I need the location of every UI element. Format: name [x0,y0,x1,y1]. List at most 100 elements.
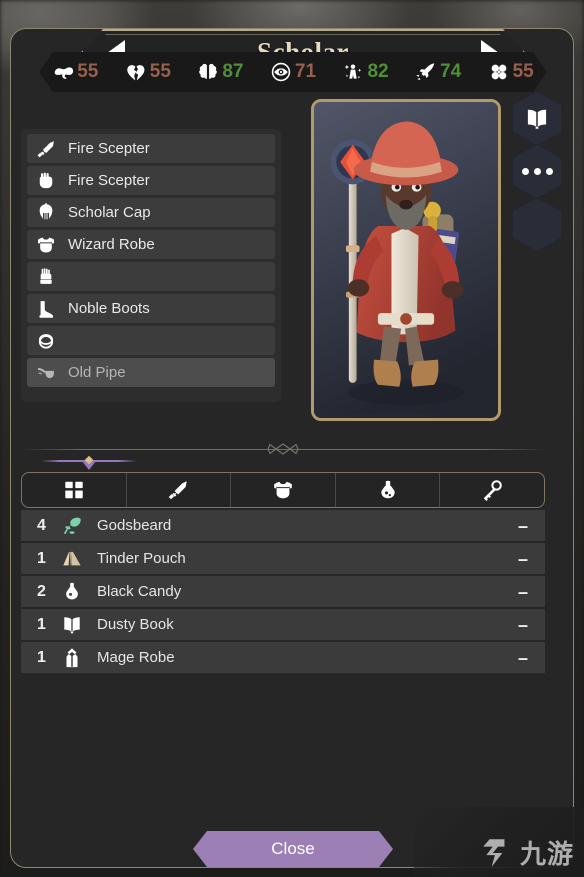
ring-icon [38,333,54,349]
inventory-tabbar [21,472,545,508]
inventory-row[interactable]: 4 Godsbeard – [21,510,545,541]
inventory-row[interactable]: 1 Mage Robe – [21,642,545,673]
strength-icon [52,61,74,83]
equipment-slot-ring[interactable] [27,326,275,355]
stat-vitality: 55 [125,61,171,83]
item-action-button[interactable]: – [515,616,531,634]
stat-vitality-value: 55 [149,61,171,82]
book-icon [527,109,547,129]
item-action-button[interactable]: – [515,649,531,667]
potion-icon [380,480,395,499]
inventory-row[interactable]: 2 Black Candy – [21,576,545,607]
stat-intellect-value: 87 [222,61,244,82]
item-name: Dusty Book [97,616,174,633]
inventory-row[interactable]: 1 Dusty Book – [21,609,545,640]
stat-perception: 71 [270,61,316,83]
equipment-slot-label: Noble Boots [68,300,150,317]
item-name: Black Candy [97,583,182,600]
equipment-slot-hands[interactable] [27,262,275,291]
selected-tab-marker [41,455,137,473]
equipment-slot-main-hand[interactable]: Fire Scepter [27,134,275,163]
stat-intellect: 87 [197,61,243,83]
speed-icon [415,61,437,83]
book-icon [64,616,80,634]
empty-slot-button[interactable] [512,197,562,252]
inventory-row[interactable]: 1 Tinder Pouch – [21,543,545,574]
item-quantity: 1 [37,549,46,567]
armor-icon [274,481,292,499]
equipment-list: Fire Scepter Fire Scepter Scholar Cap Wi… [21,129,281,402]
flask-icon [66,582,78,599]
stat-luck-value: 55 [512,61,534,82]
close-button[interactable]: Close [193,831,393,867]
watermark: 九游 [480,834,574,871]
item-quantity: 1 [37,648,46,666]
equipment-slot-label: Scholar Cap [68,204,151,221]
armor-icon [38,237,54,252]
journal-button[interactable] [512,91,562,146]
item-quantity: 2 [37,582,46,600]
item-action-button[interactable]: – [515,583,531,601]
stat-strength-value: 55 [77,61,99,82]
item-name: Tinder Pouch [97,550,186,567]
stat-strength: 55 [52,61,98,83]
fist-icon [39,172,53,188]
pipe-icon [38,367,54,378]
item-action-button[interactable]: – [515,550,531,568]
boot-icon [39,300,54,318]
character-panel: Scholar 55 55 [10,28,574,868]
stat-agility: 74 [415,61,461,83]
tab-misc[interactable] [440,473,544,507]
equipment-slot-label: Fire Scepter [68,140,150,157]
stats-bar: 55 55 87 71 82 74 55 [39,52,547,92]
side-action-buttons [509,91,565,252]
equipment-slot-trinket[interactable]: Old Pipe [27,358,275,387]
character-render [314,102,498,414]
equipment-slot-head[interactable]: Scholar Cap [27,198,275,227]
stat-magic-value: 82 [367,61,389,82]
equipment-slot-label: Wizard Robe [68,236,155,253]
equipment-slot-label: Fire Scepter [68,172,150,189]
character-screen: Scholar 55 55 [0,0,584,877]
all-items-icon [64,480,83,500]
tab-all-items[interactable] [22,473,127,507]
close-button-label: Close [271,839,315,858]
equipment-slot-chest[interactable]: Wizard Robe [27,230,275,259]
item-action-button[interactable]: – [515,517,531,535]
broken-heart-icon [125,61,147,83]
equipment-slot-off-hand[interactable]: Fire Scepter [27,166,275,195]
tab-potions[interactable] [336,473,441,507]
equipment-slot-feet[interactable]: Noble Boots [27,294,275,323]
character-portrait[interactable] [311,99,501,421]
pouch-icon [63,551,81,565]
tab-armor[interactable] [231,473,336,507]
item-name: Godsbeard [97,517,172,534]
stat-magic: 82 [342,61,388,83]
herb-icon [63,517,81,534]
brain-icon [197,61,219,83]
more-options-button[interactable] [512,144,562,199]
sword-icon [169,481,188,500]
jiuyou-logo-icon [483,838,505,867]
item-name: Mage Robe [97,649,175,666]
equipment-slot-label: Old Pipe [68,364,126,381]
glove-icon [40,267,52,284]
eye-icon [270,61,292,83]
section-divider [21,442,545,456]
helmet-icon [39,202,53,219]
tab-weapons[interactable] [127,473,232,507]
magic-icon [342,61,364,83]
item-quantity: 1 [37,615,46,633]
key-icon [483,480,502,501]
stat-perception-value: 71 [294,61,317,82]
clover-icon [488,61,510,83]
divider-ornament-icon [267,443,299,455]
inventory-list: 4 Godsbeard – 1 Tinder Pouch – 2 Black C… [21,510,545,675]
stat-agility-value: 74 [440,61,462,82]
watermark-text: 九游 [519,840,574,870]
sword-icon [37,140,54,157]
stat-luck: 55 [488,61,534,83]
robe-icon [66,647,78,667]
dots-icon [521,168,553,175]
item-quantity: 4 [37,516,46,534]
